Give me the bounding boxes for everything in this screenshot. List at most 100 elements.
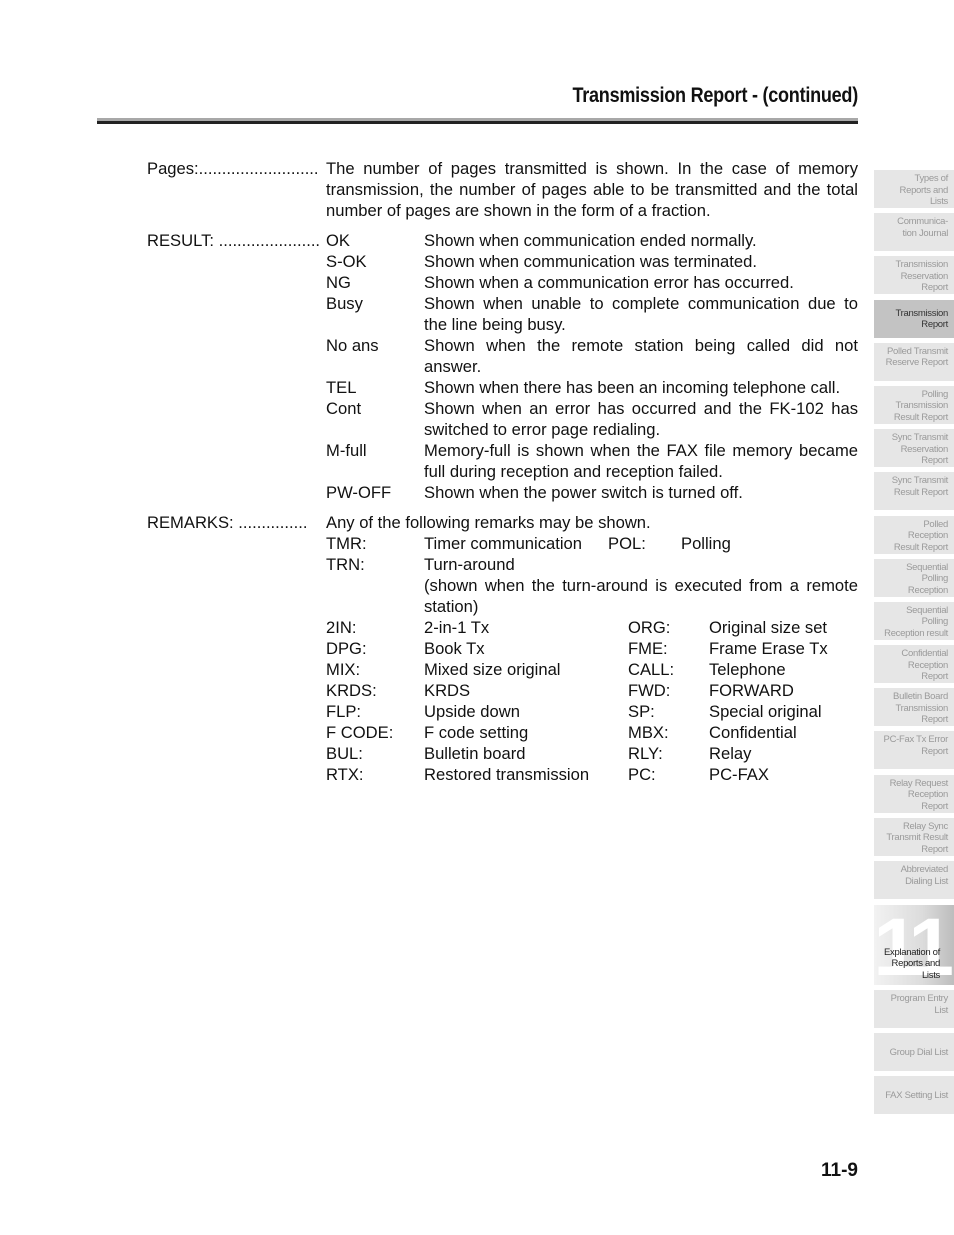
sidebar-tab[interactable]: Abbreviated Dialing List <box>874 861 954 899</box>
sidebar-tab-label: Bulletin Board <box>893 691 948 703</box>
sidebar-tab[interactable]: Transmission Report <box>874 299 954 338</box>
remark-desc: 2-in-1 Tx <box>424 618 490 637</box>
remark-code: MBX: <box>628 723 669 742</box>
sidebar-tab[interactable]: Sync Transmit Reservation Report <box>874 429 954 468</box>
remark-code: FME: <box>628 639 668 658</box>
remark-desc: Polling <box>681 534 731 553</box>
sidebar-tab-label: Report <box>921 319 948 331</box>
remarks-entry: REMARKS: ............... Any of the foll… <box>147 512 858 785</box>
remark-desc: Timer communication <box>424 534 582 553</box>
sidebar-tab-label: Result Report <box>893 486 948 498</box>
result-desc: Shown when communication ended normally. <box>424 231 757 250</box>
result-code: PW-OFF <box>326 483 392 502</box>
sidebar-tab-label: Result Report <box>893 541 948 553</box>
sidebar-tab-label: Transmission <box>895 307 948 319</box>
remark-code: TRN: <box>326 555 365 574</box>
remark-code: FLP: <box>326 702 362 721</box>
remark-code: 2IN: <box>326 618 357 637</box>
sidebar-tab[interactable]: Polling Transmission Result Report <box>874 385 954 424</box>
sidebar-tab[interactable]: Sequential Polling Reception <box>874 558 954 597</box>
remark-code: TMR: <box>326 534 367 553</box>
result-desc: Shown when a communication error has occ… <box>424 273 794 292</box>
sidebar-tab-label: Group Dial List <box>889 1046 949 1058</box>
sidebar-tab-label: Polled <box>923 518 948 530</box>
result-desc: Shown when there has been an incoming te… <box>424 378 841 397</box>
sidebar-tab[interactable]: Group Dial List <box>874 1033 954 1072</box>
sidebar-tab[interactable]: Sequential Polling Reception result <box>874 601 954 640</box>
main-content: Pages:.......................... The num… <box>147 158 858 785</box>
sidebar-tab[interactable]: Transmission Reservation Report <box>874 256 954 295</box>
sidebar-tab-label: Program Entry <box>890 993 949 1004</box>
remark-desc: Bulletin board <box>424 744 526 763</box>
pages-entry: Pages:.......................... The num… <box>147 158 858 221</box>
remark-row: RTX: Restored transmission PC: PC-FAX <box>326 764 858 785</box>
sidebar-tab[interactable]: Sync Transmit Result Report <box>874 472 954 511</box>
result-row: M-full Memory-full is shown when the FAX … <box>326 440 858 482</box>
sidebar-tab-label: Relay Request <box>889 777 949 789</box>
sidebar-tab[interactable]: Polled Transmit Reserve Report <box>874 342 954 381</box>
result-desc: Shown when the remote station being call… <box>424 336 858 376</box>
sidebar-tab-label: Confidential <box>901 648 948 660</box>
sidebar-tab-label: Transmission <box>895 702 948 714</box>
sidebar-tab-label: Lists <box>929 196 948 207</box>
sidebar-tab-label: Relay Sync <box>902 820 948 832</box>
remark-desc: Mixed size original <box>424 660 561 679</box>
sidebar-tab-label: Report <box>921 455 948 467</box>
sidebar-tab[interactable]: Bulletin Board Transmission Report <box>874 688 954 727</box>
remark-code: PC: <box>628 765 656 784</box>
sidebar-tab-label: Transmission <box>895 400 948 412</box>
sidebar-tab-label: Reception <box>907 530 948 541</box>
remark-desc: Telephone <box>709 660 786 679</box>
sidebar-tab[interactable]: Relay Request Reception Report <box>874 774 954 813</box>
remark-desc: PC-FAX <box>709 765 769 784</box>
remark-code: F CODE: <box>326 723 394 742</box>
sidebar-tab[interactable]: PC-Fax Tx Error Report <box>874 731 954 770</box>
remark-desc: Confidential <box>709 723 797 742</box>
remark-desc: FORWARD <box>709 681 794 700</box>
sidebar-tab-label: Report <box>921 671 948 683</box>
sidebar-tab-label: Polling <box>921 573 949 585</box>
sidebar-tab[interactable]: Relay Sync Transmit Result Report <box>874 817 954 856</box>
chapter-sidebar: Types of Reports and Lists Communica-tion J… <box>874 170 954 1120</box>
sidebar-tab-label: Transmission <box>895 259 948 271</box>
chapter-title: Explanation of Reports and Lists <box>884 947 940 982</box>
result-row: Cont Shown when an error has occurred and… <box>326 398 858 440</box>
sidebar-tab[interactable]: FAX Setting List <box>874 1076 954 1115</box>
sidebar-tab-label: tion Journal <box>902 227 948 239</box>
sidebar-tab-label: Report <box>921 800 948 812</box>
result-code: TEL <box>326 378 357 397</box>
remark-row: 2IN: 2-in-1 Tx ORG: Original size set <box>326 617 858 638</box>
sidebar-tab[interactable]: Confidential Reception Report <box>874 645 954 684</box>
sidebar-tab[interactable]: Program Entry List <box>874 990 954 1028</box>
sidebar-tab[interactable]: Types of Reports and Lists <box>874 170 954 208</box>
remark-row: FLP: Upside down SP: Special original <box>326 701 858 722</box>
remarks-label: REMARKS: ............... <box>147 513 308 532</box>
result-row: PW-OFF Shown when the power switch is tur… <box>326 482 858 503</box>
result-desc: Shown when unable to complete communicat… <box>424 294 858 334</box>
result-row: TEL Shown when there has been an incoming… <box>326 377 858 398</box>
remark-code: ORG: <box>628 618 671 637</box>
remark-code: POL: <box>608 534 646 553</box>
sidebar-tab-label: Communica- <box>897 216 948 228</box>
result-list: OK Shown when communication ended normall… <box>326 230 858 503</box>
remark-row: DPG: Book Tx FME: Frame Erase Tx <box>326 638 858 659</box>
result-row: NG Shown when a communication error has o… <box>326 272 858 293</box>
remark-row: F CODE: F code setting MBX: Confidential <box>326 722 858 743</box>
sidebar-tab-label: PC-Fax Tx Error <box>883 734 949 746</box>
remark-row: TMR: Timer communication POL: Polling <box>326 533 858 554</box>
remark-desc: Original size set <box>709 618 828 637</box>
remark-code: KRDS: <box>326 681 377 700</box>
sidebar-tab-label: Abbreviated <box>900 864 949 875</box>
sidebar-tab[interactable]: Polled Reception Result Report <box>874 515 954 554</box>
remark-row: MIX: Mixed size original CALL: Telephone <box>326 659 858 680</box>
chapter-title-line: Reports and <box>891 958 941 969</box>
remark-code: CALL: <box>628 660 675 679</box>
sidebar-tab-label: Reservation <box>900 443 949 455</box>
result-code: S-OK <box>326 252 367 271</box>
remark-code: BUL: <box>326 744 363 763</box>
sidebar-tab[interactable]: Communica-tion Journal <box>874 213 954 252</box>
pages-label: Pages:.......................... <box>147 159 319 178</box>
sidebar-tab-label: Polled Transmit <box>887 345 948 357</box>
result-code: No ans <box>326 336 379 355</box>
sidebar-chapter-tab[interactable]: 11 Explanation of Reports and Lists <box>874 905 954 985</box>
